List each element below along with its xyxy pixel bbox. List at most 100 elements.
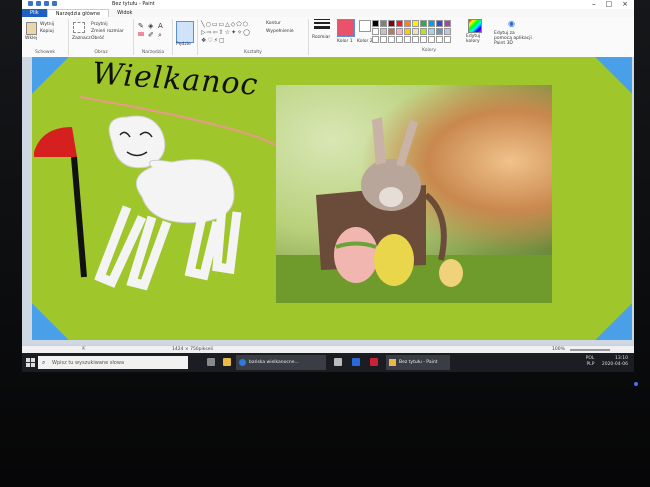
paint3d-icon[interactable]: ◉ <box>508 19 515 28</box>
palette-swatch[interactable] <box>404 20 411 27</box>
brush-icon[interactable] <box>176 21 194 43</box>
size-button[interactable]: Rozmiar <box>312 35 330 40</box>
color-picker-icon[interactable]: ✐ <box>148 31 154 39</box>
palette-swatch[interactable] <box>412 28 419 35</box>
magnifier-icon[interactable]: ⌕ <box>158 31 162 40</box>
zoom-slider[interactable] <box>570 349 610 351</box>
tab-file[interactable]: Plik <box>22 9 47 17</box>
pencil-icon[interactable]: ✎ <box>138 22 144 30</box>
cut-button[interactable]: Wytnij <box>40 22 54 27</box>
edit-colors-button[interactable]: Edytuj kolory <box>466 34 488 44</box>
quick-access-toolbar <box>28 1 57 6</box>
monitor-power-led <box>634 382 638 386</box>
task-view-icon[interactable] <box>207 358 215 366</box>
undo-icon[interactable] <box>44 1 49 6</box>
rotate-button[interactable]: Obróć <box>91 36 104 41</box>
palette-swatch[interactable] <box>420 20 427 27</box>
clock[interactable]: 13:10 2020-04-06 <box>602 356 628 368</box>
palette-swatch[interactable] <box>436 28 443 35</box>
palette-swatch[interactable] <box>372 36 379 43</box>
color1-label[interactable]: Kolor 1 <box>337 39 353 44</box>
palette-swatch[interactable] <box>428 36 435 43</box>
select-icon[interactable] <box>73 22 85 33</box>
shapes-gallery-row2-icon[interactable]: ▷⇨⇦⇧☆✦✧◯ <box>201 29 251 36</box>
palette-swatch[interactable] <box>436 20 443 27</box>
palette-swatch[interactable] <box>412 20 419 27</box>
close-icon[interactable]: × <box>622 0 628 8</box>
resize-button[interactable]: Zmień rozmiar <box>91 29 124 34</box>
taskbar-search-box[interactable]: ⌕ Wpisz tu wyszukiwane słowa <box>38 356 188 369</box>
outline-button[interactable]: Kontur <box>266 21 281 26</box>
maximize-icon[interactable]: □ <box>606 0 613 8</box>
text-icon[interactable]: A <box>158 22 163 30</box>
drawing-canvas[interactable]: Wielkanoc <box>32 57 632 340</box>
palette-swatch[interactable] <box>380 28 387 35</box>
palette-swatch[interactable] <box>396 20 403 27</box>
file-explorer-icon[interactable] <box>223 358 231 366</box>
paint3d-button[interactable]: Edytuj za pomocą aplikacji Paint 3D <box>494 31 532 46</box>
fill-icon[interactable]: ◈ <box>148 22 153 30</box>
palette-swatch[interactable] <box>372 28 379 35</box>
workspace: Wielkanoc <box>22 57 634 345</box>
canvas-size-readout: 1424 × 750pikseli <box>172 347 213 352</box>
keyboard-layout[interactable]: PLP <box>586 362 594 368</box>
media-icon[interactable] <box>370 358 378 366</box>
color1-swatch[interactable] <box>337 19 355 37</box>
image-group-label: Obraz <box>94 50 108 55</box>
taskbar-browser-window[interactable]: bańska wielkanocne... <box>236 355 326 370</box>
copy-button[interactable]: Kopiuj <box>40 29 54 34</box>
palette-swatch[interactable] <box>388 36 395 43</box>
browser-window-label: bańska wielkanocne... <box>249 360 299 365</box>
palette-swatch[interactable] <box>428 28 435 35</box>
minimize-icon[interactable]: – <box>592 0 596 8</box>
eraser-icon[interactable] <box>138 32 144 36</box>
taskbar-paint-window[interactable]: Bez tytułu - Paint <box>386 355 450 370</box>
save-icon[interactable] <box>36 1 41 6</box>
shapes-gallery-icon[interactable]: ╲○▭▭△◇⬠⬡ <box>201 21 249 28</box>
palette-swatch[interactable] <box>412 36 419 43</box>
brushes-button[interactable]: Pędzle <box>176 42 191 47</box>
ribbon: Wklej Wytnij Kopiuj Schowek Zaznacz Przy… <box>22 17 634 58</box>
system-tray: POL PLP 13:10 2020-04-06 <box>586 356 628 368</box>
redo-icon[interactable] <box>52 1 57 6</box>
palette-swatch[interactable] <box>388 20 395 27</box>
monitor: Bez tytułu - Paint – □ × Plik Narzędzia … <box>0 0 650 487</box>
tools-group: ✎ ◈ A ✐ ⌕ Narzędzia <box>134 19 173 55</box>
fill-button[interactable]: Wypełnienie <box>266 29 294 34</box>
palette-swatch[interactable] <box>396 28 403 35</box>
palette-swatch[interactable] <box>420 36 427 43</box>
shapes-gallery-row3-icon[interactable]: ❖♡⚡▢ <box>201 37 226 44</box>
palette-swatch[interactable] <box>380 20 387 27</box>
palette-swatch[interactable] <box>396 36 403 43</box>
palette-swatch[interactable] <box>404 28 411 35</box>
palette-swatch[interactable] <box>404 36 411 43</box>
palette-swatch[interactable] <box>436 36 443 43</box>
palette-swatch[interactable] <box>444 20 451 27</box>
easter-bunny-photo <box>276 85 552 303</box>
palette-swatch[interactable] <box>380 36 387 43</box>
crop-button[interactable]: Przytnij <box>91 22 108 27</box>
screen: Bez tytułu - Paint – □ × Plik Narzędzia … <box>22 0 634 372</box>
edit-colors-icon[interactable] <box>468 19 482 33</box>
paste-icon[interactable] <box>26 22 37 35</box>
palette-swatch[interactable] <box>428 20 435 27</box>
size-icon[interactable] <box>314 19 330 33</box>
select-button[interactable]: Zaznacz <box>72 36 91 41</box>
tab-home[interactable]: Narzędzia główne <box>46 9 110 17</box>
mail-icon[interactable] <box>352 358 360 366</box>
palette-swatch[interactable] <box>420 28 427 35</box>
color2-label[interactable]: Kolor 2 <box>357 39 373 44</box>
palette-swatch[interactable] <box>444 28 451 35</box>
palette-swatch[interactable] <box>388 28 395 35</box>
search-icon: ⌕ <box>42 359 46 366</box>
palette-swatch[interactable] <box>372 20 379 27</box>
palette-swatch[interactable] <box>444 36 451 43</box>
paste-button[interactable]: Wklej <box>25 36 37 41</box>
tab-view[interactable]: Widok <box>109 9 140 17</box>
shapes-group: ╲○▭▭△◇⬠⬡ ▷⇨⇦⇧☆✦✧◯ ❖♡⚡▢ Kontur Wypełnieni… <box>198 19 309 55</box>
color2-swatch[interactable] <box>359 20 371 32</box>
store-icon[interactable] <box>334 358 342 366</box>
windows-start-icon[interactable] <box>26 358 35 367</box>
bunny-photo-illustration <box>276 117 552 303</box>
cursor-position-icon: ⇱ <box>82 347 86 352</box>
